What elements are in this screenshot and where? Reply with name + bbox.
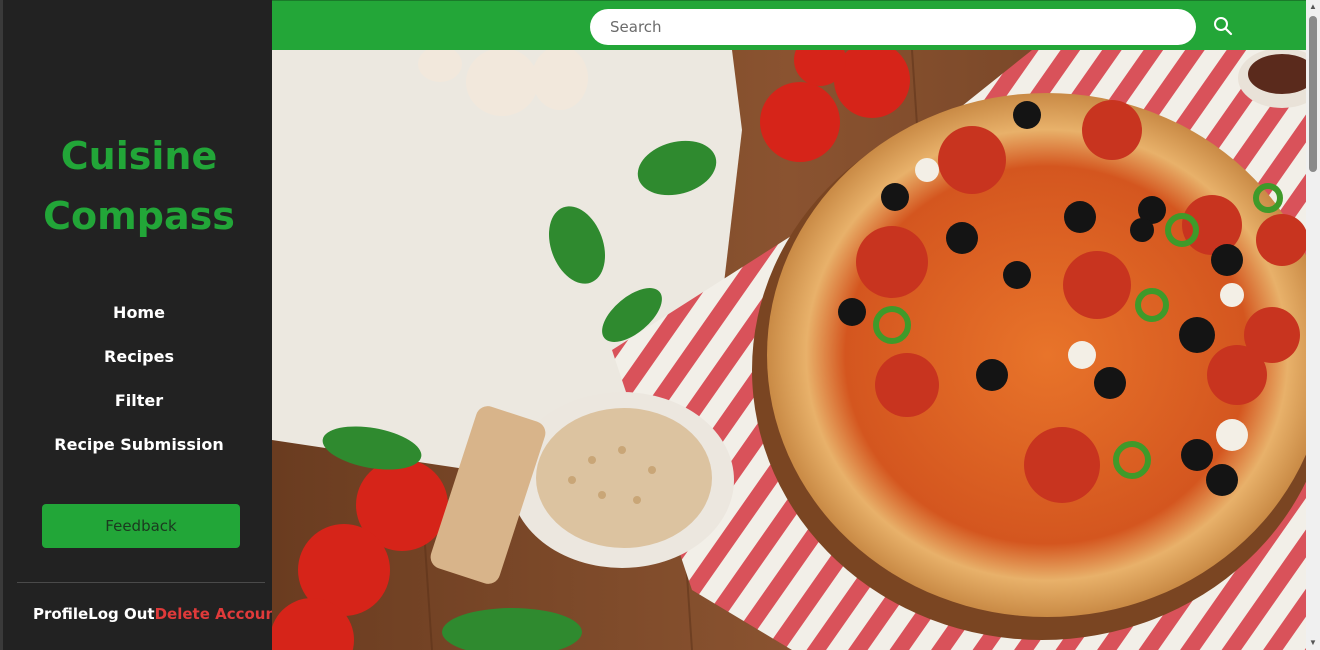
feedback-button[interactable]: Feedback [42,504,240,548]
scroll-thumb[interactable] [1309,16,1317,172]
search-input[interactable] [590,9,1196,45]
sidebar-nav: Home Recipes Filter Recipe Submission [3,296,275,472]
brand-title: Cuisine Compass [3,126,275,246]
sidebar-divider [17,582,265,583]
scroll-up-arrow-icon[interactable]: ▲ [1306,0,1320,14]
sidebar: Cuisine Compass Home Recipes Filter Reci… [0,0,283,650]
top-bar [272,0,1306,50]
delete-account-link[interactable]: Delete Account [155,605,284,623]
scroll-down-arrow-icon[interactable]: ▼ [1306,636,1320,650]
profile-link[interactable]: Profile [33,605,88,623]
nav-item-filter[interactable]: Filter [3,384,275,428]
brand-line-1: Cuisine [60,134,218,178]
page-scrollbar[interactable]: ▲ ▼ [1306,0,1320,650]
brand-line-2: Compass [43,194,235,238]
nav-item-recipes[interactable]: Recipes [3,340,275,384]
nav-item-recipe-submission[interactable]: Recipe Submission [3,428,275,472]
nav-item-home[interactable]: Home [3,296,275,340]
account-links: ProfileLog OutDelete Account [33,605,283,623]
search-icon[interactable] [1212,15,1234,37]
hero-image [272,50,1306,650]
logout-link[interactable]: Log Out [88,605,154,623]
